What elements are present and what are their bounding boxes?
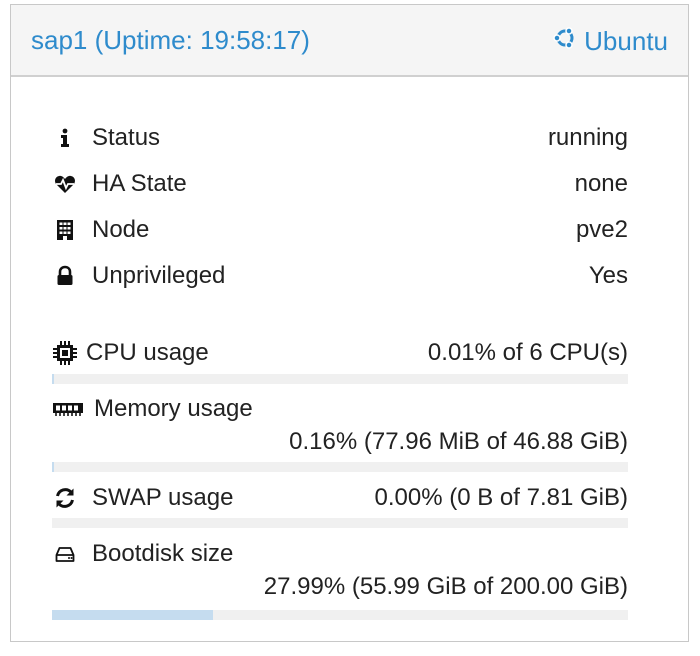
heartbeat-icon xyxy=(52,171,78,197)
ha-state-row: HA State none xyxy=(52,168,628,200)
status-value: running xyxy=(547,124,628,151)
cpu-usage-bar-fill xyxy=(52,374,54,384)
node-value: pve2 xyxy=(575,216,628,243)
node-label: Node xyxy=(92,216,150,243)
status-row: Status running xyxy=(52,122,628,154)
swap-usage-row: SWAP usage 0.00% (0 B of 7.81 GiB) xyxy=(52,482,628,514)
ha-state-value: none xyxy=(574,170,628,197)
unprivileged-label: Unprivileged xyxy=(92,262,226,289)
swap-usage-value: 0.00% (0 B of 7.81 GiB) xyxy=(374,484,628,511)
cpu-icon xyxy=(52,340,78,366)
bootdisk-bar xyxy=(52,610,628,620)
swap-usage-bar xyxy=(52,518,628,528)
memory-usage-label: Memory usage xyxy=(94,395,253,422)
cpu-usage-row: CPU usage 0.01% of 6 CPU(s) xyxy=(52,337,628,369)
cpu-usage-bar xyxy=(52,374,628,384)
memory-usage-value: 0.16% (77.96 MiB of 46.88 GiB) xyxy=(289,428,628,455)
bootdisk-row: Bootdisk size xyxy=(52,538,628,570)
ubuntu-icon xyxy=(552,25,578,58)
bootdisk-bar-fill xyxy=(52,610,214,620)
memory-usage-bar-fill xyxy=(52,462,54,472)
swap-usage-label: SWAP usage xyxy=(92,484,234,511)
panel-title: sap1 (Uptime: 19:58:17) xyxy=(31,25,310,55)
ha-state-label: HA State xyxy=(92,170,187,197)
memory-usage-bar xyxy=(52,462,628,472)
os-info-link[interactable]: Ubuntu xyxy=(552,25,668,58)
panel-header: sap1 (Uptime: 19:58:17) Ubuntu xyxy=(11,5,688,77)
building-icon xyxy=(52,217,78,243)
os-name: Ubuntu xyxy=(584,26,668,56)
node-row: Node pve2 xyxy=(52,214,628,246)
lock-icon xyxy=(52,263,78,289)
memory-icon xyxy=(52,396,84,422)
cpu-usage-label: CPU usage xyxy=(86,339,209,366)
bootdisk-value: 27.99% (55.99 GiB of 200.00 GiB) xyxy=(263,573,628,600)
refresh-icon xyxy=(52,485,78,511)
status-label: Status xyxy=(92,124,161,151)
cpu-usage-value: 0.01% of 6 CPU(s) xyxy=(427,339,628,366)
bootdisk-label: Bootdisk size xyxy=(92,540,234,567)
unprivileged-value: Yes xyxy=(588,262,628,289)
info-icon xyxy=(52,125,78,151)
unprivileged-row: Unprivileged Yes xyxy=(52,260,628,292)
hdd-icon xyxy=(52,541,78,567)
memory-usage-row: Memory usage xyxy=(52,393,628,425)
